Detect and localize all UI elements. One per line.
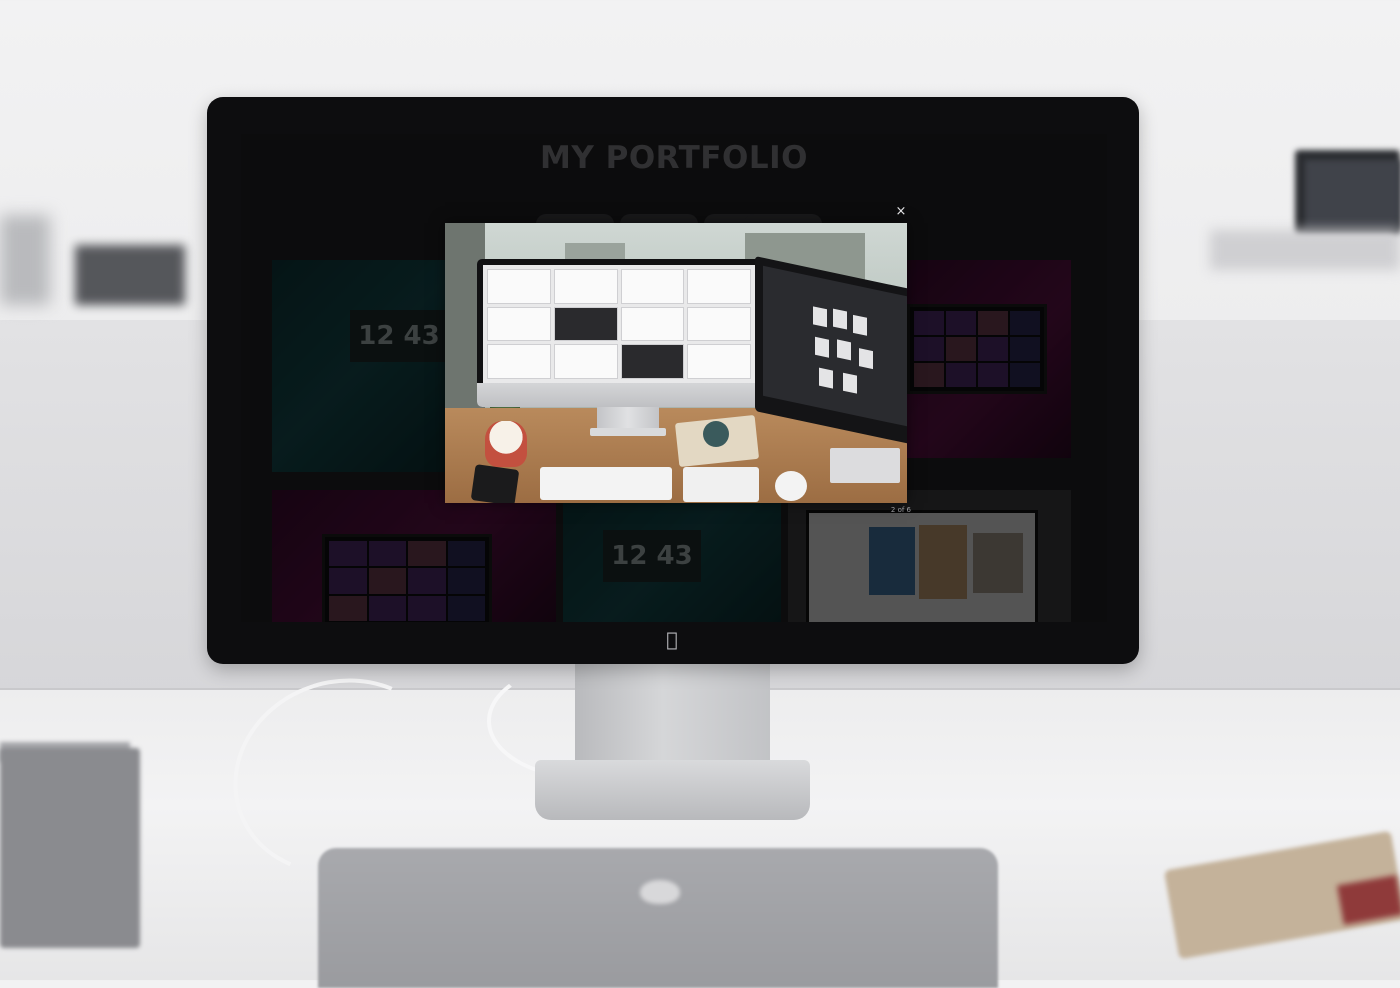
photo-lucky-cat — [485, 421, 527, 467]
background-object — [75, 245, 185, 305]
laptop-logo — [640, 880, 680, 904]
photo-monitor-base — [830, 448, 900, 483]
lightbox-image — [445, 223, 907, 503]
photo-imac-base — [590, 428, 666, 436]
background-monitor-screen — [1305, 160, 1400, 230]
background-stand — [1210, 230, 1400, 270]
apple-logo-icon:  — [662, 629, 682, 651]
background-object — [0, 215, 50, 305]
laptop — [318, 848, 998, 988]
monitor-screen: MY PORTFOLIO 12 43 12 43 × 2 of 6 — [241, 134, 1107, 622]
close-icon[interactable]: × — [894, 205, 908, 219]
photo-keyboard — [540, 467, 672, 500]
image-counter: 2 of 6 — [890, 506, 911, 514]
photo-imac — [477, 259, 761, 407]
photo-imac-chin — [477, 383, 761, 407]
photo-mouse — [775, 471, 807, 501]
photo-phone — [470, 464, 520, 503]
photo-second-screen — [763, 265, 907, 427]
photo-pad — [683, 467, 759, 502]
photo-badge — [703, 421, 729, 447]
monitor-stand-foot — [535, 760, 810, 820]
photo-imac-screen — [483, 265, 755, 383]
book — [0, 748, 140, 948]
